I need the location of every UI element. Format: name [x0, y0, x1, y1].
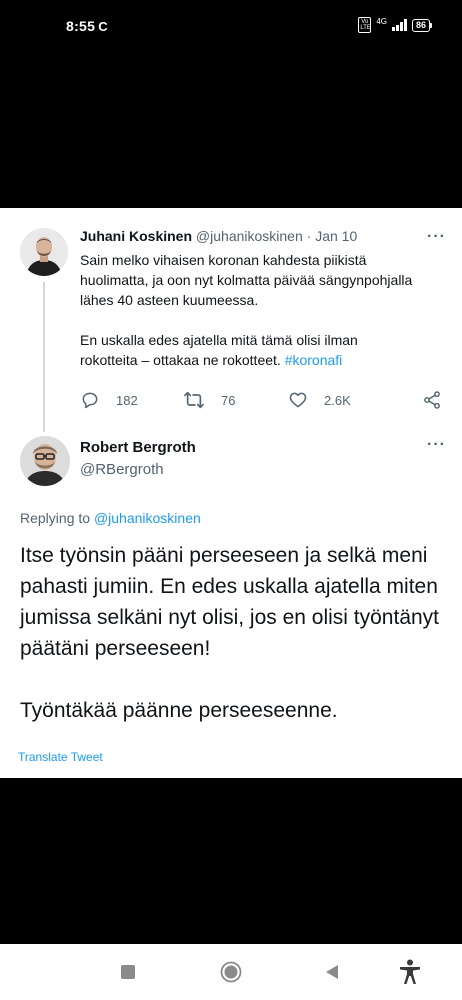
tweet-paragraph: Sain melko vihaisen koronan kahdesta pii… — [80, 252, 413, 308]
replying-to: Replying to @juhanikoskinen — [20, 510, 201, 526]
avatar[interactable] — [20, 228, 68, 276]
recents-button[interactable] — [114, 958, 142, 986]
more-options-icon[interactable]: ··· — [427, 436, 446, 454]
tweet-paragraph: Työntäkää päänne perseeseenne. — [20, 699, 338, 722]
back-button[interactable] — [318, 958, 346, 986]
author-handle[interactable]: @RBergroth — [80, 461, 164, 478]
hashtag-link[interactable]: #koronafi — [285, 352, 343, 368]
tweet-actions: 182 76 2.6K — [80, 390, 442, 414]
avatar[interactable] — [20, 436, 70, 486]
like-button[interactable]: 2.6K — [288, 390, 351, 410]
reply-button[interactable]: 182 — [80, 390, 138, 410]
battery-icon: 86 — [411, 18, 432, 32]
retweet-icon — [184, 391, 204, 409]
author-name[interactable]: Robert Bergroth — [80, 439, 196, 456]
notification-icon: C — [98, 19, 108, 34]
signal-icon — [391, 19, 407, 31]
accessibility-icon — [400, 959, 420, 984]
author-name[interactable]: Juhani Koskinen — [80, 228, 192, 244]
status-icons: Vo LTE 4G 86 — [358, 17, 432, 33]
recents-icon — [121, 965, 135, 979]
tweet-text: Sain melko vihaisen koronan kahdesta pii… — [80, 250, 415, 370]
mention-link[interactable]: @juhanikoskinen — [94, 510, 201, 526]
more-options-icon[interactable]: ··· — [427, 228, 446, 246]
like-icon — [289, 392, 307, 408]
thread-line — [43, 282, 45, 432]
tweet-card: Juhani Koskinen @juhanikoskinen · Jan 10… — [0, 208, 462, 778]
status-bar: 8:55 C Vo LTE 4G 86 — [0, 0, 462, 56]
reply-count: 182 — [116, 392, 138, 408]
share-icon — [424, 391, 440, 409]
retweet-button[interactable]: 76 — [183, 390, 235, 410]
home-button[interactable] — [217, 958, 245, 986]
replying-label: Replying to — [20, 510, 91, 526]
clock: 8:55 — [66, 18, 96, 34]
retweet-count: 76 — [221, 392, 236, 408]
navigation-bar — [0, 944, 462, 1000]
translate-tweet-link[interactable]: Translate Tweet — [18, 750, 103, 764]
separator: · — [306, 228, 312, 244]
share-button[interactable] — [422, 390, 442, 410]
status-time: 8:55 C — [66, 18, 108, 34]
tweet-date[interactable]: Jan 10 — [315, 228, 357, 244]
battery-level: 86 — [411, 18, 430, 32]
tweet-header: Juhani Koskinen @juhanikoskinen · Jan 10 — [80, 228, 450, 244]
accessibility-button[interactable] — [396, 958, 424, 986]
author-handle[interactable]: @juhanikoskinen — [196, 228, 303, 244]
like-count: 2.6K — [324, 392, 351, 408]
tweet-paragraph: Itse työnsin pääni perseeseen ja selkä m… — [20, 544, 440, 660]
back-icon — [326, 965, 338, 979]
reply-icon — [82, 392, 98, 409]
volte-icon: Vo LTE — [358, 17, 372, 33]
network-type: 4G — [376, 16, 387, 26]
tweet-text: Itse työnsin pääni perseeseen ja selkä m… — [20, 540, 440, 757]
home-icon — [220, 961, 242, 983]
